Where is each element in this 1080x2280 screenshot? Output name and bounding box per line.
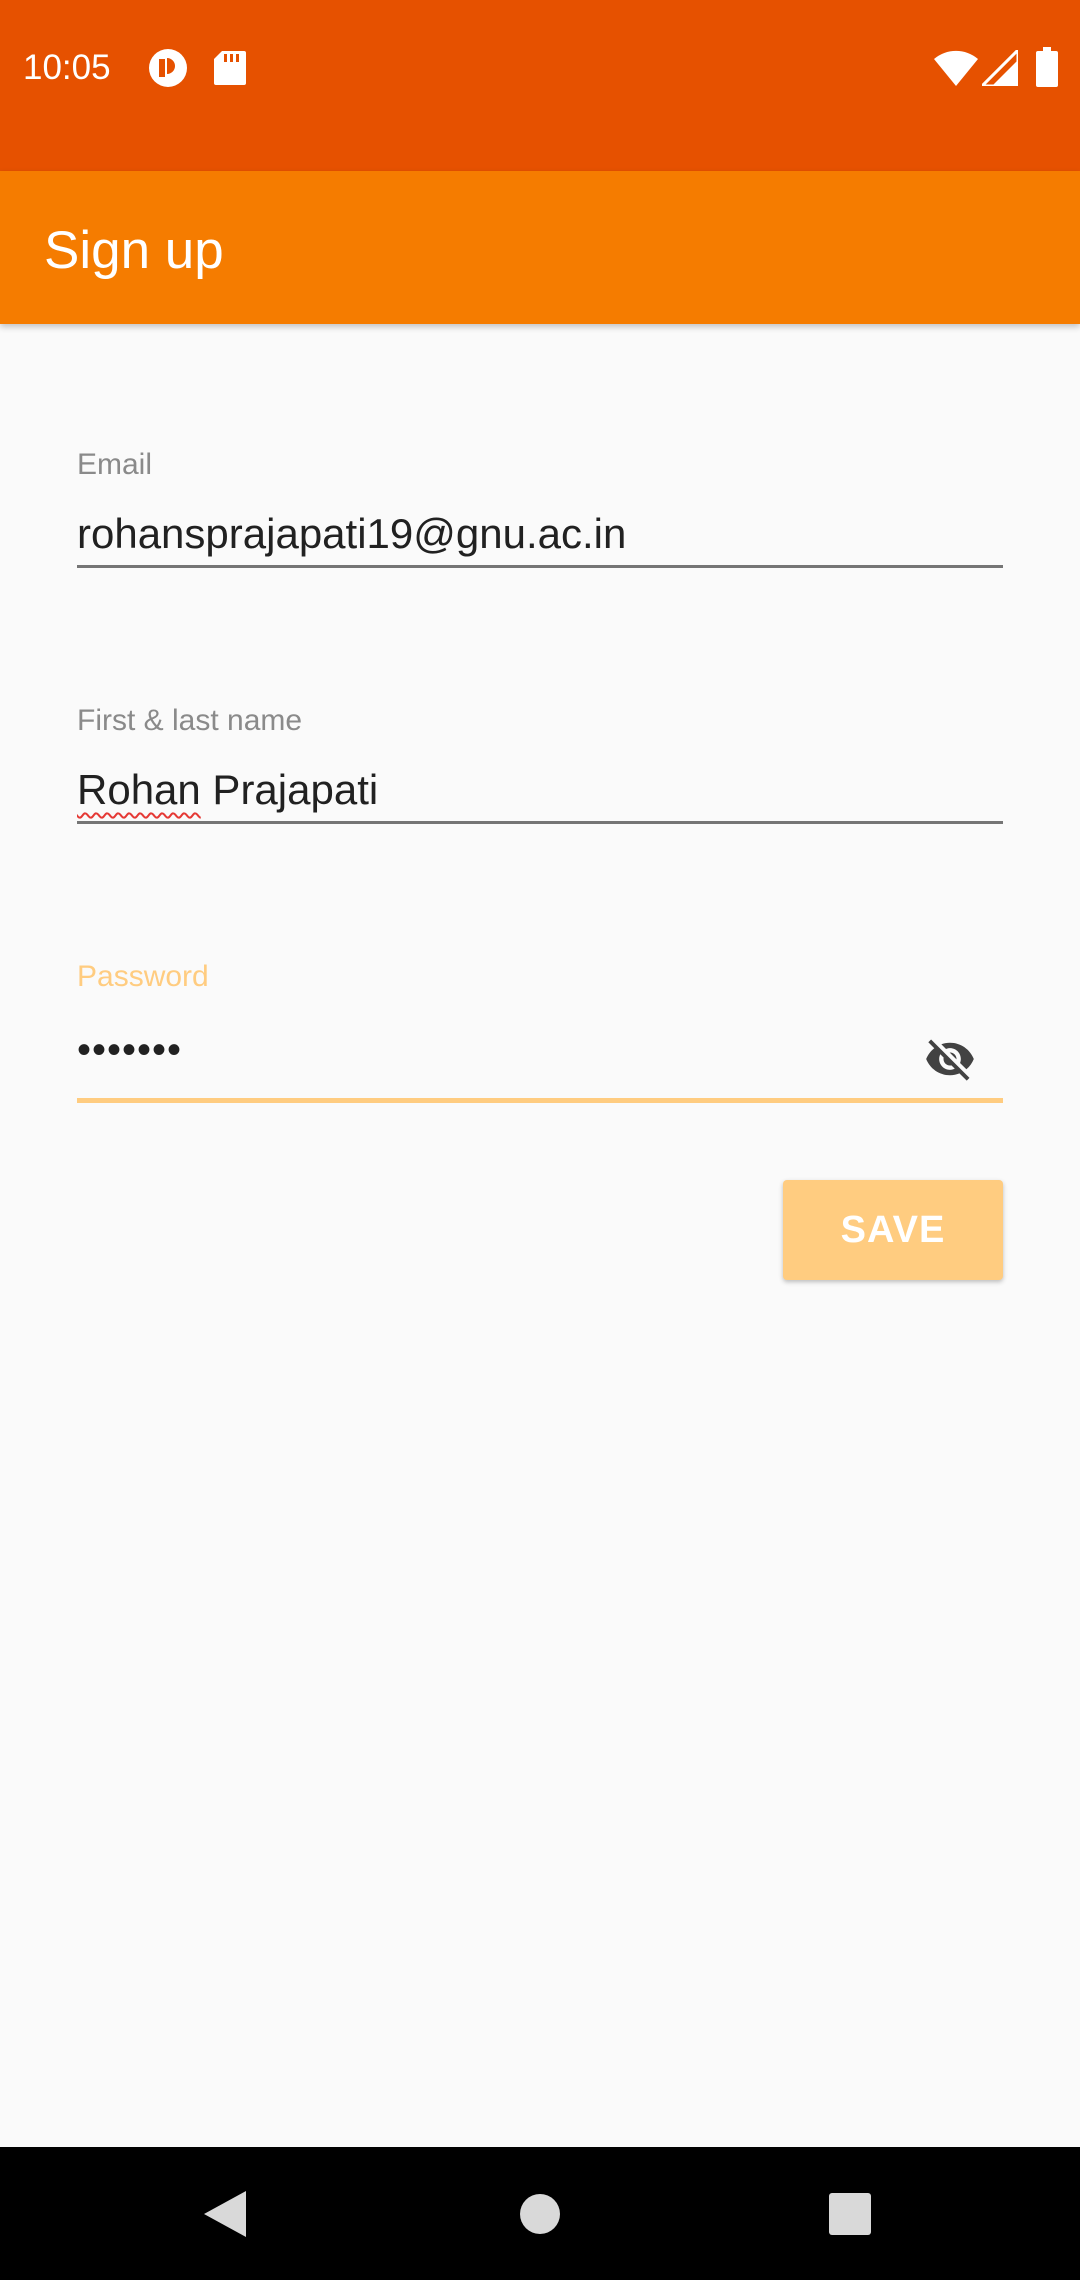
save-button[interactable]: SAVE bbox=[783, 1180, 1003, 1280]
status-time: 10:05 bbox=[23, 48, 111, 87]
password-label: Password bbox=[77, 960, 209, 993]
name-field[interactable]: First & last name Rohan Prajapati bbox=[77, 700, 1003, 830]
password-field[interactable]: Password ••••••• bbox=[77, 956, 1003, 1106]
battery-icon bbox=[1036, 47, 1058, 92]
page-title: Sign up bbox=[44, 221, 224, 280]
home-icon bbox=[520, 2193, 560, 2234]
back-icon bbox=[204, 2190, 246, 2237]
name-first-misspelled: Rohan bbox=[77, 766, 201, 813]
email-input[interactable]: rohansprajapati19@gnu.ac.in bbox=[77, 510, 626, 558]
cell-signal-icon bbox=[978, 46, 1020, 91]
notification-app-icon bbox=[148, 48, 188, 93]
recents-icon bbox=[829, 2192, 871, 2235]
password-underline bbox=[77, 1098, 1003, 1103]
nav-back-button[interactable] bbox=[165, 2147, 285, 2280]
nav-home-button[interactable] bbox=[480, 2147, 600, 2280]
wifi-icon bbox=[934, 50, 978, 91]
password-visibility-toggle[interactable] bbox=[917, 1026, 983, 1092]
email-field[interactable]: Email rohansprajapati19@gnu.ac.in bbox=[77, 444, 1003, 574]
email-underline bbox=[77, 565, 1003, 568]
name-rest: Prajapati bbox=[200, 766, 379, 813]
status-bar: 10:05 bbox=[0, 0, 1080, 171]
password-input[interactable]: ••••••• bbox=[77, 1028, 182, 1073]
navigation-bar bbox=[0, 2147, 1080, 2280]
name-label: First & last name bbox=[77, 704, 303, 737]
email-label: Email bbox=[77, 448, 153, 481]
sign-up-screen: 10:05 Sign up Email rohansprajapati19@gn… bbox=[0, 0, 1080, 2280]
name-input[interactable]: Rohan Prajapati bbox=[77, 766, 378, 814]
name-underline bbox=[77, 821, 1003, 824]
sd-card-icon bbox=[214, 51, 246, 90]
visibility-off-icon bbox=[926, 1039, 974, 1081]
app-bar: Sign up bbox=[0, 171, 1080, 324]
nav-recents-button[interactable] bbox=[790, 2147, 910, 2280]
